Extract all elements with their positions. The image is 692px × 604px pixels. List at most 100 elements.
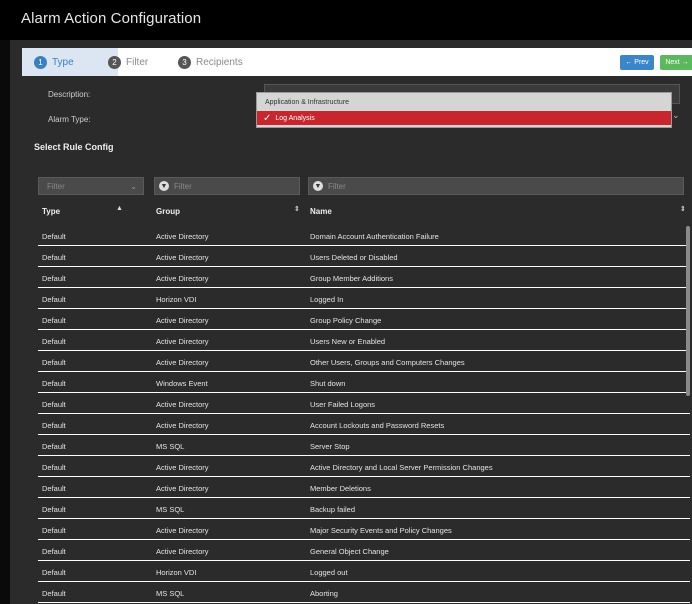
cell-name: Major Security Events and Policy Changes — [310, 526, 452, 535]
section-title: Select Rule Config — [34, 142, 114, 152]
cell-name: User Failed Logons — [310, 400, 376, 409]
table-row[interactable]: Default Active Directory Users Deleted or … — [38, 247, 690, 267]
wizard-steps: 1 Type 2 Filter 3 Recipients ← Prev Next… — [22, 48, 692, 76]
filter-placeholder: Filter — [328, 181, 346, 191]
scrollbar[interactable] — [686, 226, 690, 396]
cell-group: Active Directory — [156, 253, 209, 262]
cell-type: Default — [42, 274, 66, 283]
table-row[interactable]: Default MS SQL Server Stop — [38, 436, 690, 456]
cell-type: Default — [42, 442, 66, 451]
cell-name: General Object Change — [310, 547, 389, 556]
table-row[interactable]: Default Active Directory Other Users, Grou… — [38, 352, 690, 372]
cell-group: Active Directory — [156, 232, 209, 241]
cell-type: Default — [42, 526, 66, 535]
next-button[interactable]: Next → — [660, 55, 692, 70]
cell-name: Group Policy Change — [310, 316, 382, 325]
filter-placeholder: Filter — [47, 181, 65, 191]
cell-type: Default — [42, 589, 66, 598]
step-recipients[interactable]: 3 Recipients — [178, 48, 243, 76]
cell-group: Horizon VDI — [156, 295, 197, 304]
alarm-type-label: Alarm Type: — [48, 115, 91, 124]
cell-type: Default — [42, 505, 66, 514]
option-label: Log Analysis — [275, 114, 315, 122]
table-row[interactable]: Default MS SQL Aborting — [38, 583, 690, 603]
cell-group: MS SQL — [156, 505, 185, 514]
cell-group: Active Directory — [156, 358, 209, 367]
table-row[interactable]: Default Active Directory Group Policy Chan… — [38, 310, 690, 330]
table-row[interactable]: Default Active Directory Group Member Addi… — [38, 268, 690, 288]
cell-group: Windows Event — [156, 379, 208, 388]
window-title: Alarm Action Configuration — [21, 10, 202, 27]
cell-type: Default — [42, 547, 66, 556]
cell-type: Default — [42, 484, 66, 493]
table-row[interactable]: Default Active Directory User Failed Logon… — [38, 394, 690, 414]
option-log-analysis[interactable]: ✓ Log Analysis — [257, 111, 671, 125]
cell-group: Active Directory — [156, 484, 209, 493]
cell-type: Default — [42, 253, 66, 262]
cell-name: Shut down — [310, 379, 346, 388]
cell-name: Other Users, Groups and Computers Change… — [310, 358, 465, 367]
step-label: Recipients — [196, 56, 243, 68]
cell-group: Active Directory — [156, 547, 209, 556]
cell-name: Users New or Enabled — [310, 337, 386, 346]
cell-name: Member Deletions — [310, 484, 371, 493]
chevron-down-icon[interactable]: ⌄ — [672, 110, 680, 121]
cell-name: Account Lockouts and Password Resets — [310, 421, 445, 430]
table-row[interactable]: Default Active Directory Users New or Enab… — [38, 331, 690, 351]
table-row[interactable]: Default Active Directory Active Directory … — [38, 457, 690, 477]
filter-icon: ▼ — [313, 181, 323, 191]
column-header-name[interactable]: Name — [310, 207, 332, 216]
sort-icon[interactable]: ⇕ — [294, 205, 300, 213]
sort-asc-icon[interactable]: ▲ — [116, 205, 123, 212]
chevron-down-icon: ⌄ — [130, 181, 137, 191]
name-filter-input[interactable]: ▼ Filter — [308, 177, 684, 195]
step-type[interactable]: 1 Type — [22, 48, 118, 76]
cell-type: Default — [42, 316, 66, 325]
sort-icon[interactable]: ⇕ — [680, 205, 686, 213]
cell-name: Group Member Additions — [310, 274, 393, 283]
cell-name: Server Stop — [310, 442, 350, 451]
table-row[interactable]: Default Active Directory Domain Account Au… — [38, 226, 690, 246]
table-row[interactable]: Default Active Directory General Object Ch… — [38, 541, 690, 561]
cell-name: Active Directory and Local Server Permis… — [310, 463, 493, 472]
cell-group: Horizon VDI — [156, 568, 197, 577]
group-filter-input[interactable]: ▼ Filter — [154, 177, 300, 195]
alarm-type-dropdown[interactable]: Application & Infrastructure ✓ Log Analy… — [256, 92, 672, 128]
cell-group: MS SQL — [156, 442, 185, 451]
cell-group: Active Directory — [156, 421, 209, 430]
table-body: Default Active Directory Domain Account Au… — [38, 226, 690, 604]
step-label: Filter — [126, 56, 149, 68]
cell-type: Default — [42, 337, 66, 346]
step-number: 2 — [108, 55, 121, 69]
table-header: Type ▲ Group ⇕ Name ⇕ — [38, 202, 690, 222]
type-filter-select[interactable]: Filter ⌄ — [38, 177, 144, 195]
column-header-type[interactable]: Type — [42, 207, 60, 216]
table-row[interactable]: Default Active Directory Major Security Ev… — [38, 520, 690, 540]
filter-icon: ▼ — [159, 181, 169, 191]
table-row[interactable]: Default Active Directory Member Deletions — [38, 478, 690, 498]
cell-name: Users Deleted or Disabled — [310, 253, 398, 262]
table-row[interactable]: Default Horizon VDI Logged out — [38, 562, 690, 582]
table-row[interactable]: Default Active Directory Account Lockouts … — [38, 415, 690, 435]
table-row[interactable]: Default Horizon VDI Logged In — [38, 289, 690, 309]
step-filter[interactable]: 2 Filter — [108, 48, 148, 76]
cell-name: Logged out — [310, 568, 348, 577]
cell-group: Active Directory — [156, 337, 209, 346]
cell-group: Active Directory — [156, 274, 209, 283]
cell-type: Default — [42, 295, 66, 304]
cell-type: Default — [42, 463, 66, 472]
cell-type: Default — [42, 421, 66, 430]
cell-group: Active Directory — [156, 463, 209, 472]
option-app-infra[interactable]: Application & Infrastructure — [257, 99, 671, 111]
table-row[interactable]: Default Windows Event Shut down — [38, 373, 690, 393]
cell-name: Domain Account Authentication Failure — [310, 232, 439, 241]
table-row[interactable]: Default MS SQL Backup failed — [38, 499, 690, 519]
prev-button[interactable]: ← Prev — [620, 55, 654, 70]
step-label: Type — [52, 56, 74, 68]
description-label: Description: — [48, 90, 91, 99]
step-number: 3 — [178, 55, 191, 69]
cell-type: Default — [42, 568, 66, 577]
cell-type: Default — [42, 232, 66, 241]
filter-placeholder: Filter — [174, 181, 192, 191]
column-header-group[interactable]: Group — [156, 207, 180, 216]
